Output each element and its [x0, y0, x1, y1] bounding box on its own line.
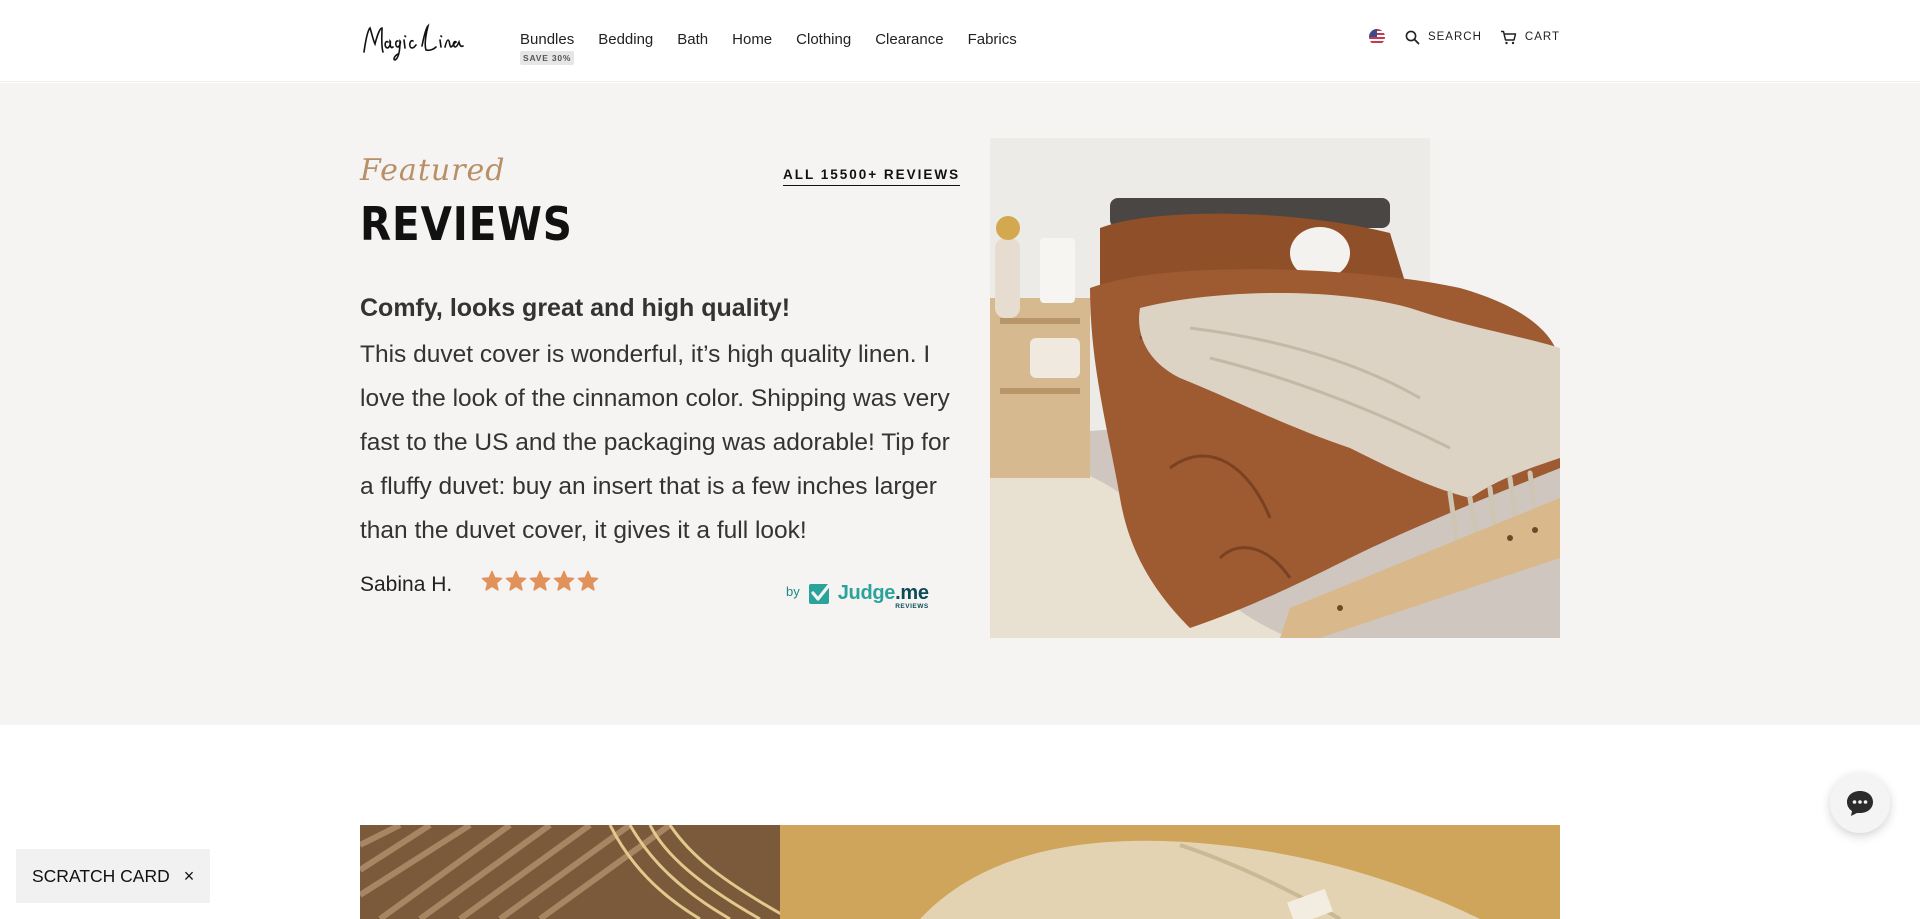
textile-photo-illustration	[360, 825, 1560, 919]
featured-script-label: Featured	[360, 153, 506, 188]
star-icon	[481, 570, 503, 591]
star-rating	[481, 570, 599, 592]
bedroom-photo-illustration	[990, 138, 1560, 638]
nav-item-bedding[interactable]: Bedding	[598, 31, 653, 48]
search-icon	[1405, 30, 1420, 44]
section-title: REVIEWS	[360, 197, 573, 251]
main-nav: Bundles SAVE 30% Bedding Bath Home Cloth…	[520, 31, 1041, 65]
cart-label: CART	[1524, 31, 1560, 43]
judgeme-sub: REVIEWS	[895, 602, 929, 610]
cart-icon	[1500, 30, 1517, 44]
logo[interactable]	[360, 16, 464, 64]
nav-item-home[interactable]: Home	[732, 31, 772, 48]
save-badge: SAVE 30%	[520, 51, 575, 65]
star-icon	[577, 570, 599, 591]
star-icon	[505, 570, 527, 591]
close-icon[interactable]: ×	[184, 866, 195, 887]
judgeme-by: by	[786, 583, 800, 599]
star-icon	[553, 570, 575, 591]
scratch-card-button[interactable]: SCRATCH CARD ×	[16, 849, 210, 903]
scratch-card-label: SCRATCH CARD	[32, 865, 170, 886]
featured-reviews-section: Featured REVIEWS ALL 15500+ REVIEWS Comf…	[0, 83, 1920, 725]
review-author: Sabina H.	[360, 573, 453, 596]
us-flag-icon[interactable]	[1368, 29, 1385, 45]
cart-button[interactable]: CART	[1500, 30, 1560, 45]
nav-item-clothing[interactable]: Clothing	[796, 31, 851, 48]
judgeme-suffix: .me	[895, 581, 929, 604]
review-body: This duvet cover is wonderful, it’s high…	[360, 341, 950, 544]
judgeme-check-icon	[808, 582, 832, 604]
nav-item-bundles[interactable]: Bundles SAVE 30%	[520, 31, 575, 65]
header-utilities: SEARCH CART	[1368, 29, 1560, 45]
judgeme-badge[interactable]: by Judge.me REVIEWS	[786, 581, 929, 610]
logo-mark	[363, 23, 464, 61]
nav-item-clearance[interactable]: Clearance	[875, 31, 943, 48]
nav-item-fabrics[interactable]: Fabrics	[968, 31, 1017, 48]
nav-label: Bundles	[520, 31, 575, 48]
review-photo	[990, 138, 1560, 638]
site-header: Bundles SAVE 30% Bedding Bath Home Cloth…	[0, 0, 1920, 82]
chat-button[interactable]	[1830, 773, 1890, 833]
star-icon	[529, 570, 551, 591]
search-label: SEARCH	[1427, 31, 1482, 43]
search-button[interactable]: SEARCH	[1405, 30, 1482, 45]
review-heading: Comfy, looks great and high quality!	[360, 294, 791, 322]
promo-photo	[360, 825, 1560, 919]
nav-item-bath[interactable]: Bath	[677, 31, 708, 48]
judgeme-name: Judge	[837, 581, 896, 604]
chat-icon	[1847, 791, 1873, 816]
judgeme-wordmark: Judge.me REVIEWS	[837, 581, 929, 610]
all-reviews-link[interactable]: ALL 15500+ REVIEWS	[783, 167, 961, 186]
